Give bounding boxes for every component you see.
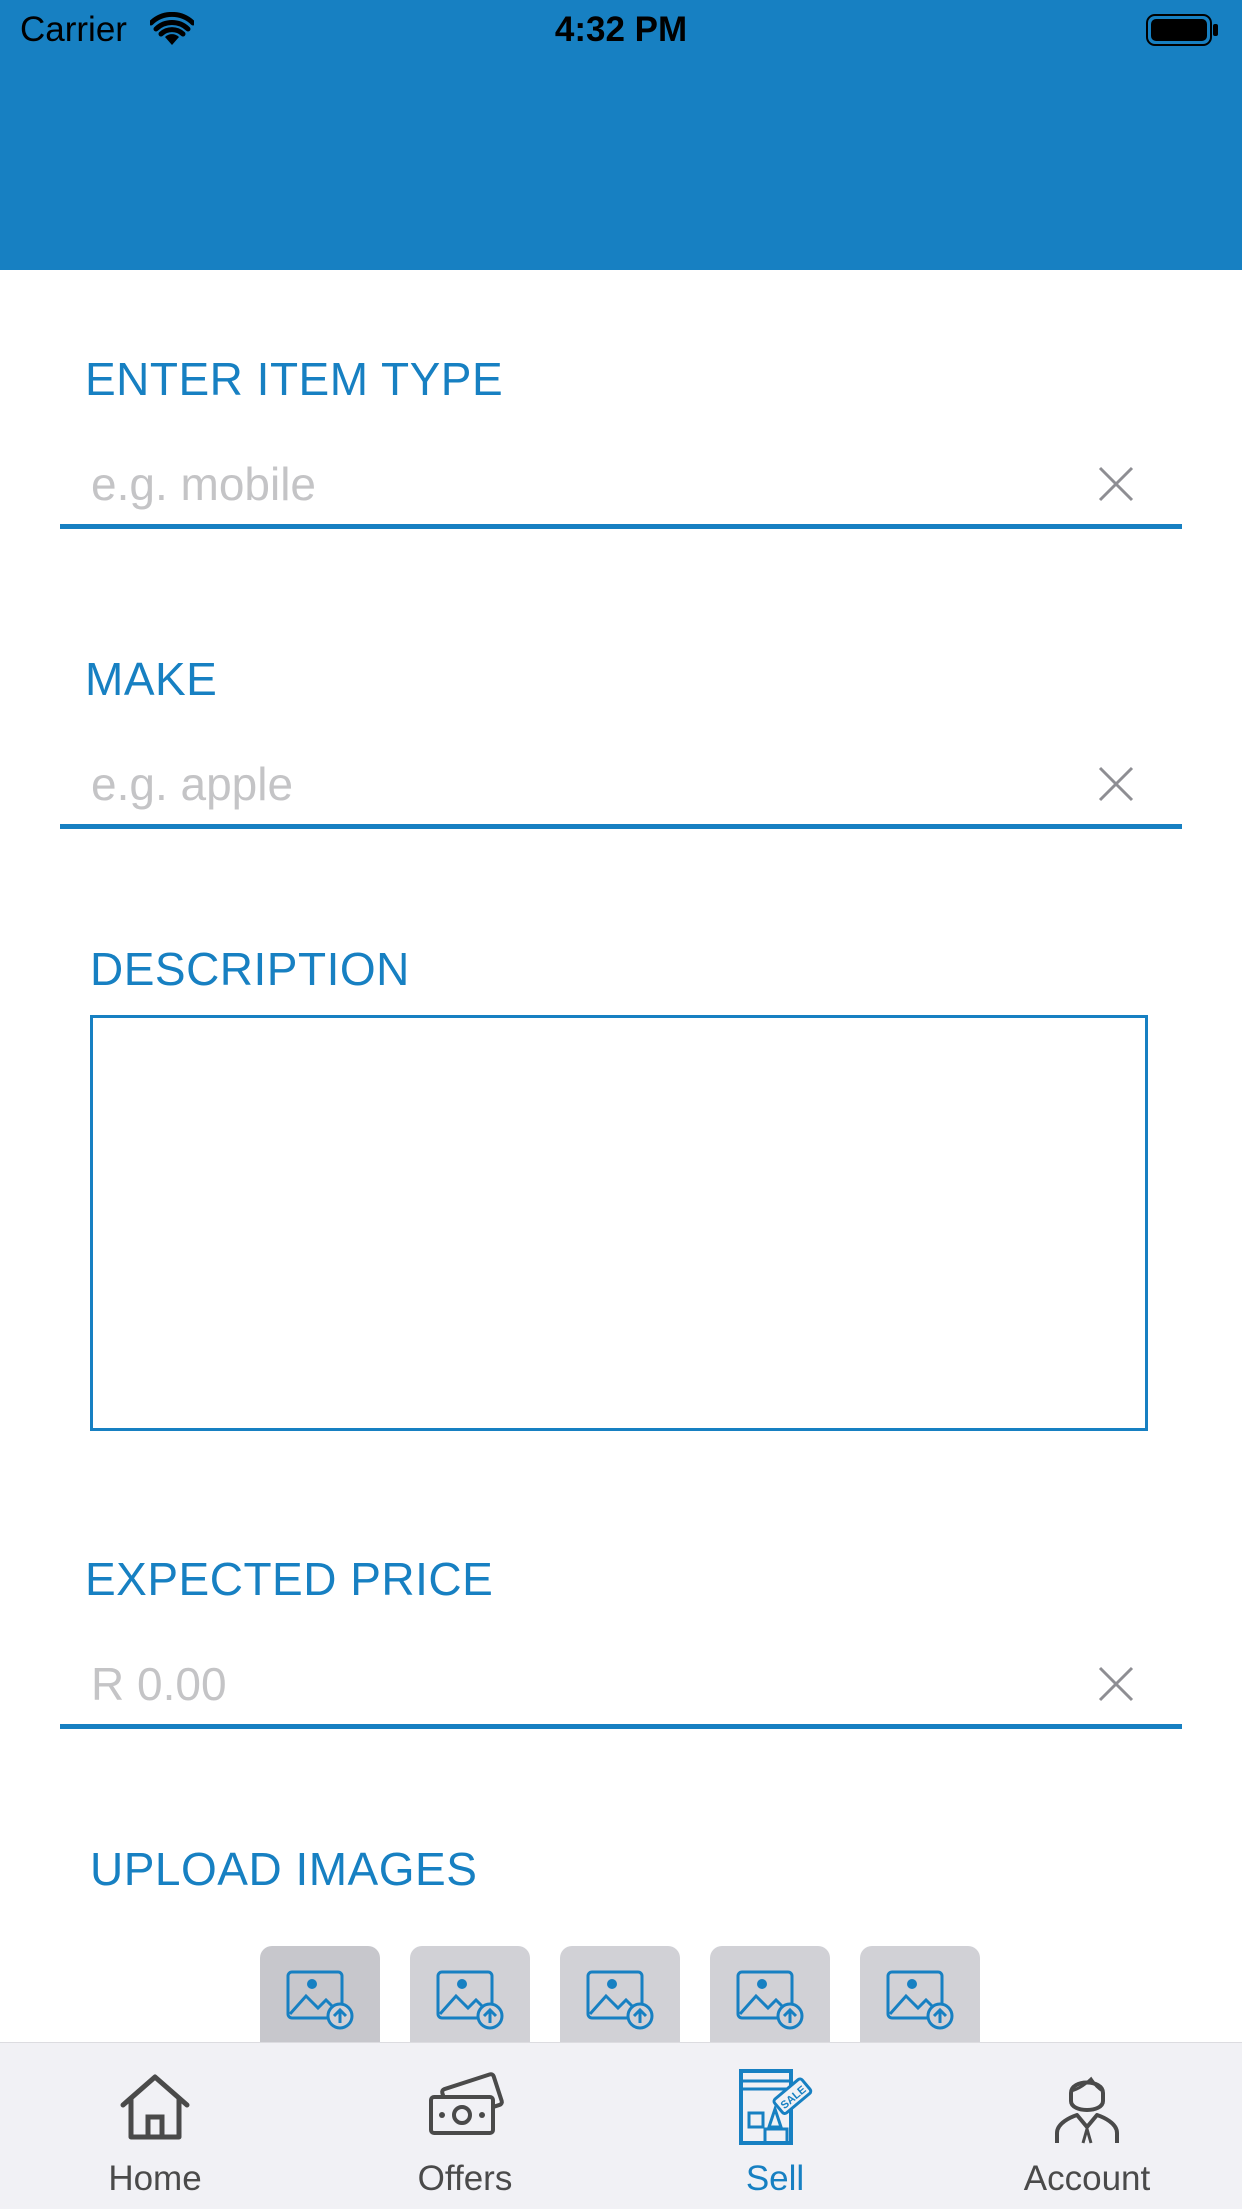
item-type-label: ENTER ITEM TYPE (85, 353, 504, 405)
tab-offers[interactable]: Offers (365, 2043, 565, 2209)
upload-image-slot-2[interactable] (410, 1946, 530, 2042)
item-type-field[interactable]: e.g. mobile (60, 444, 1182, 529)
upload-image-slot-4[interactable] (710, 1946, 830, 2042)
home-icon (120, 2074, 190, 2140)
image-upload-icon (586, 1970, 654, 2030)
image-upload-icon (286, 1970, 354, 2030)
image-upload-icon (736, 1970, 804, 2030)
clear-icon[interactable] (1096, 464, 1136, 504)
tab-offers-label: Offers (417, 2159, 513, 2198)
battery-icon (1146, 14, 1220, 51)
status-time: 4:32 PM (554, 10, 688, 49)
price-field[interactable]: R 0.00 (60, 1644, 1182, 1729)
account-icon (1055, 2076, 1119, 2144)
description-textarea[interactable] (90, 1015, 1148, 1431)
upload-image-slot-5[interactable] (860, 1946, 980, 2042)
tab-home[interactable]: Home (55, 2043, 255, 2209)
tab-account-label: Account (1023, 2159, 1151, 2198)
tab-account[interactable]: Account (987, 2043, 1187, 2209)
offers-icon (429, 2072, 504, 2135)
make-label: MAKE (85, 653, 218, 705)
clear-icon[interactable] (1096, 1664, 1136, 1704)
status-bar: Carrier 4:32 PM (0, 0, 1242, 62)
clear-icon[interactable] (1096, 764, 1136, 804)
tab-bar: Home Offers SALE Sell Account (0, 2042, 1242, 2209)
tab-sell-label: Sell (745, 2159, 805, 2198)
item-type-placeholder: e.g. mobile (91, 458, 317, 510)
description-label: DESCRIPTION (90, 943, 410, 995)
make-field[interactable]: e.g. apple (60, 744, 1182, 829)
sell-icon: SALE (739, 2069, 813, 2145)
price-placeholder: R 0.00 (91, 1658, 227, 1710)
upload-image-slot-3[interactable] (560, 1946, 680, 2042)
tab-sell[interactable]: SALE Sell (675, 2043, 875, 2209)
image-upload-icon (886, 1970, 954, 2030)
upload-images-label: UPLOAD IMAGES (90, 1843, 478, 1895)
make-placeholder: e.g. apple (91, 758, 294, 810)
price-label: EXPECTED PRICE (85, 1553, 494, 1605)
upload-image-slot-1[interactable] (260, 1946, 380, 2042)
image-upload-icon (436, 1970, 504, 2030)
tab-home-label: Home (108, 2159, 202, 2198)
